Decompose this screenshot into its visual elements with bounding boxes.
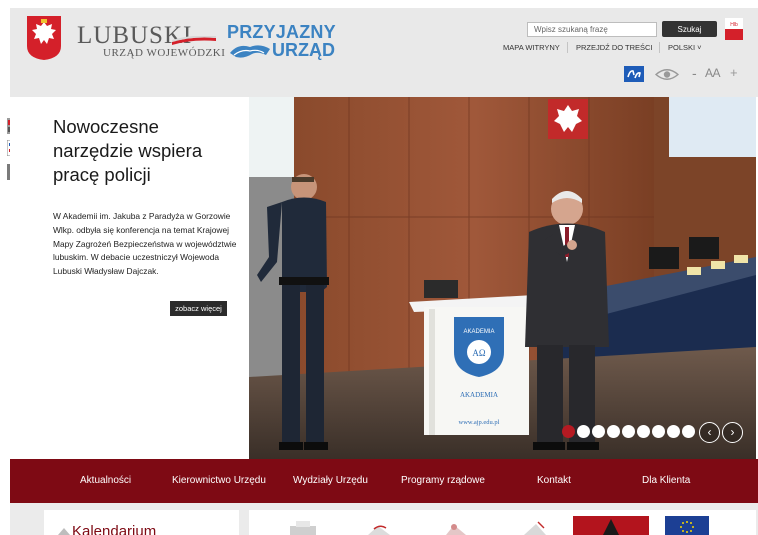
sitemap-link[interactable]: MAPA WITRYNY xyxy=(503,43,560,52)
search-input[interactable] xyxy=(527,22,657,37)
calendar-title[interactable]: Kalendarium xyxy=(72,523,156,535)
slide-dot-6[interactable] xyxy=(637,425,650,438)
nav-item-for-client[interactable]: Dla Klienta xyxy=(642,475,690,486)
flag-swoosh-icon xyxy=(172,36,216,45)
conference-photo-image: AKADEMIA AΩ AKADEMIA www.ajp.edu.pl xyxy=(249,97,756,459)
hero-description: W Akademii im. Jakuba z Paradyża w Gorzo… xyxy=(53,211,237,277)
language-flag-icon[interactable]: Hlb xyxy=(725,18,743,40)
slide-dot-7[interactable] xyxy=(652,425,665,438)
slide-prev-button[interactable]: ‹ xyxy=(699,422,720,443)
slide-dot-1[interactable] xyxy=(562,425,575,438)
slide-dot-9[interactable] xyxy=(682,425,695,438)
nav-item-contact[interactable]: Kontakt xyxy=(537,475,571,486)
nav-item-government-programs[interactable]: Programy rządowe xyxy=(401,475,485,486)
page: LUBUSKI URZĄD WOJEWÓDZKI PRZYJAZNY URZĄD… xyxy=(0,0,758,535)
megaphone-tile-icon[interactable] xyxy=(440,516,474,535)
font-increase-button[interactable]: + xyxy=(730,65,738,80)
slide-dot-2[interactable] xyxy=(577,425,590,438)
font-size-icon[interactable]: AA xyxy=(705,66,721,80)
slide-dot-8[interactable] xyxy=(667,425,680,438)
slide-dot-4[interactable] xyxy=(607,425,620,438)
svg-text:AKADEMIA: AKADEMIA xyxy=(460,391,498,399)
search-button[interactable]: Szukaj xyxy=(662,21,717,37)
slide-dot-3[interactable] xyxy=(592,425,605,438)
nav-item-news[interactable]: Aktualności xyxy=(80,475,131,486)
nav-item-departments[interactable]: Wydziały Urzędu xyxy=(293,475,368,486)
printer-tile-icon[interactable] xyxy=(286,516,320,535)
handshake-icon xyxy=(230,45,270,58)
slide-next-button[interactable]: › xyxy=(722,422,743,443)
top-strip xyxy=(0,0,758,8)
envelope-tile-icon[interactable] xyxy=(518,516,552,535)
hero-title[interactable]: Nowoczesne narzędzie wspiera pracę polic… xyxy=(53,115,238,187)
font-decrease-button[interactable]: - xyxy=(692,65,697,81)
document-tile-icon[interactable] xyxy=(362,516,396,535)
lectern-academy-label: AKADEMIA xyxy=(463,329,494,335)
language-flag-label: Hlb xyxy=(730,22,738,28)
eu-flag-tile[interactable] xyxy=(665,516,709,535)
warning-banner-tile[interactable] xyxy=(573,516,649,535)
logo-subtitle: URZĄD WOJEWÓDZKI xyxy=(103,47,226,59)
slide-dot-5[interactable] xyxy=(622,425,635,438)
sign-language-icon[interactable] xyxy=(624,66,644,82)
language-select[interactable]: POLSKI ˅ xyxy=(668,43,702,52)
link-separator xyxy=(567,42,568,53)
high-contrast-eye-icon[interactable] xyxy=(655,68,679,81)
skip-to-content-link[interactable]: PRZEJDŹ DO TREŚCI xyxy=(576,43,653,52)
svg-text:AΩ: AΩ xyxy=(472,348,485,358)
hero-photo[interactable]: AKADEMIA AΩ AKADEMIA www.ajp.edu.pl xyxy=(249,97,756,459)
lectern-url-label: www.ajp.edu.pl xyxy=(459,419,500,426)
link-separator xyxy=(659,42,660,53)
calendar-bullet-icon xyxy=(58,528,70,535)
nav-item-management[interactable]: Kierownictwo Urzędu xyxy=(172,475,266,486)
friendly-office-subtitle: URZĄD xyxy=(272,40,335,60)
read-more-button[interactable]: zobacz więcej xyxy=(170,301,227,316)
polish-eagle-emblem-icon[interactable] xyxy=(27,16,61,60)
